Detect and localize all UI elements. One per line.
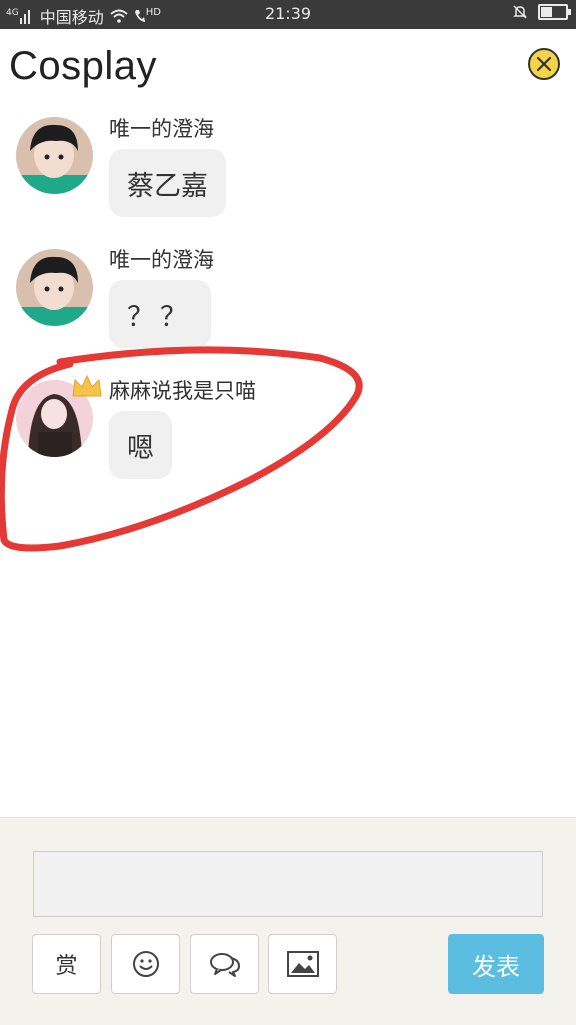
status-right [512,4,571,20]
page-title: Cosplay [9,44,158,88]
send-button[interactable]: 发表 [448,934,544,994]
comment-input[interactable] [33,851,543,917]
avatar[interactable] [16,117,93,194]
battery-fill [541,7,552,17]
reward-button[interactable]: 赏 [32,934,101,994]
message-bubble[interactable]: 嗯 [109,411,172,479]
crown-icon [72,374,102,397]
avatar[interactable] [16,249,93,326]
image-button[interactable] [268,934,337,994]
close-button[interactable] [528,48,560,80]
avatar-image [16,117,93,194]
reward-label: 赏 [55,954,78,979]
image-icon [286,951,319,977]
message-author: 麻麻说我是只喵 [109,379,256,403]
mute-icon [513,5,527,19]
battery-icon [538,4,571,20]
smiley-icon [132,951,159,977]
chat-bubbles-icon [209,953,240,977]
close-icon [536,56,552,72]
message-author: 唯一的澄海 [109,248,214,272]
emoji-button[interactable] [111,934,180,994]
message-author: 唯一的澄海 [109,117,214,141]
message-bubble[interactable]: 蔡乙嘉 [109,149,226,217]
status-bar: 4G 中国移动 HD 21:39 [0,0,576,29]
status-time: 21:39 [264,4,312,23]
avatar-image [16,249,93,326]
chat-button[interactable] [190,934,259,994]
comment-composer: 赏 发表 [0,817,576,1025]
message-bubble[interactable]: ？？ [109,280,211,348]
